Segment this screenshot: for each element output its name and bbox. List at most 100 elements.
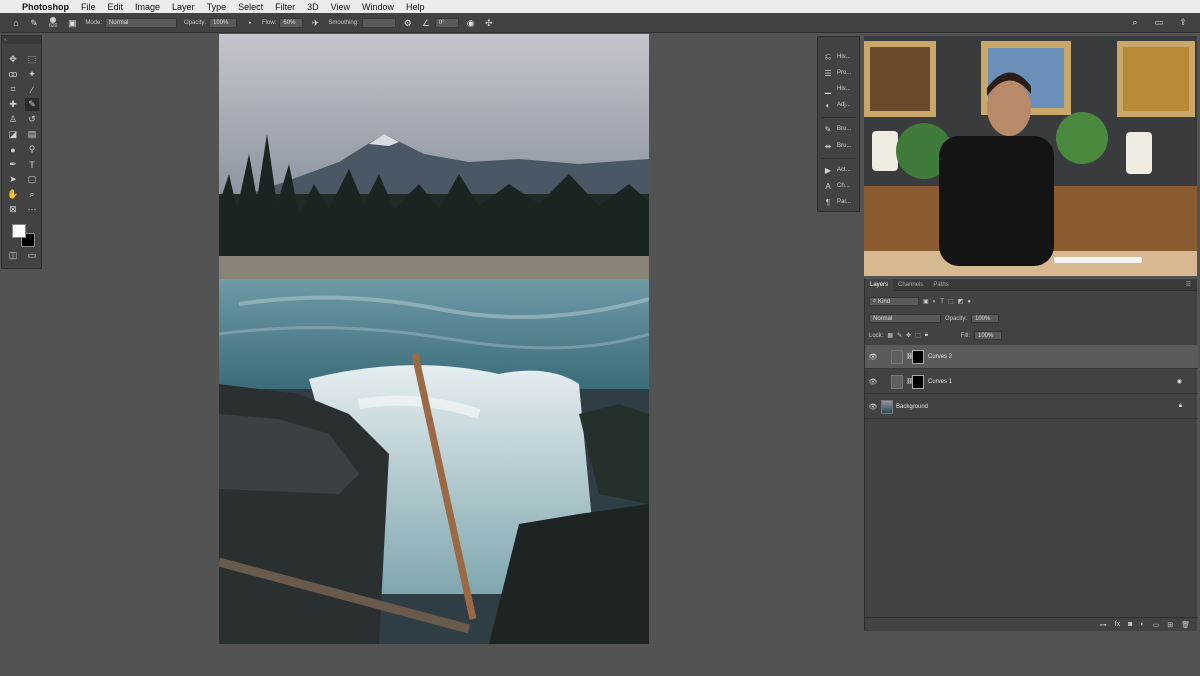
mask-icon[interactable]: ◙ xyxy=(1128,621,1132,628)
lock-all-icon[interactable]: 🔒︎ xyxy=(925,332,928,339)
angle-field[interactable]: 0° xyxy=(434,17,459,28)
group-icon[interactable]: ▭ xyxy=(1153,621,1160,629)
zoom-tool-icon[interactable]: ⌕ xyxy=(25,188,39,201)
visibility-eye-icon[interactable]: 👁︎ xyxy=(865,403,881,411)
path-selection-icon[interactable]: ➤ xyxy=(6,173,20,186)
menu-image[interactable]: Image xyxy=(135,2,160,12)
workspace-icon[interactable]: ▭ xyxy=(1153,16,1165,28)
menu-window[interactable]: Window xyxy=(362,2,394,12)
adjustment-layer-icon[interactable]: ◐ xyxy=(1140,621,1144,628)
fill-field[interactable]: 100% xyxy=(974,331,1002,340)
quick-mask-icon[interactable]: ◫ xyxy=(6,249,20,262)
pressure-opacity-icon[interactable]: ◔ xyxy=(243,17,255,29)
adjustment-filter-icon[interactable]: ◐ xyxy=(933,299,937,305)
layer-name[interactable]: Curves 2 xyxy=(928,354,952,360)
dodge-tool-icon[interactable]: ⚲ xyxy=(25,143,39,156)
lock-artboard-icon[interactable]: ⬚ xyxy=(915,332,921,339)
pressure-size-icon[interactable]: ◉ xyxy=(465,17,477,29)
smoothing-field[interactable] xyxy=(361,17,396,28)
brush-preset-picker[interactable]: 620 xyxy=(49,16,57,29)
new-layer-icon[interactable]: ⊞ xyxy=(1167,621,1173,629)
pixel-filter-icon[interactable]: ▣ xyxy=(923,298,929,305)
gradient-tool-icon[interactable]: ▤ xyxy=(25,128,39,141)
layer-mask-thumbnail[interactable] xyxy=(912,349,924,364)
crop-tool-icon[interactable]: ⌗ xyxy=(6,83,20,96)
panel-menu-icon[interactable]: ☰ xyxy=(1186,281,1197,288)
panel-character[interactable]: A Ch... xyxy=(823,180,849,192)
menu-file[interactable]: File xyxy=(81,2,96,12)
tab-paths[interactable]: Paths xyxy=(928,279,953,291)
lasso-tool-icon[interactable]: ꝏ xyxy=(6,68,20,81)
more-tools-icon[interactable]: ⋯ xyxy=(25,203,39,216)
move-tool-icon[interactable]: ✥ xyxy=(6,53,20,66)
eraser-tool-icon[interactable]: ◪ xyxy=(6,128,20,141)
trash-icon[interactable]: 🗑︎ xyxy=(1181,621,1190,629)
smart-object-filter-icon[interactable]: ◩ xyxy=(958,298,964,305)
panel-histogram[interactable]: ▁ His... xyxy=(823,83,851,95)
document-canvas[interactable] xyxy=(219,34,649,644)
home-icon[interactable]: ⌂ xyxy=(10,17,22,29)
layer-mask-thumbnail[interactable] xyxy=(912,374,924,389)
tab-layers[interactable]: Layers xyxy=(865,278,894,291)
type-tool-icon[interactable]: T xyxy=(25,158,39,171)
lock-position-icon[interactable]: ✥ xyxy=(906,332,911,339)
filter-toggle-icon[interactable]: ● xyxy=(967,299,971,305)
menu-layer[interactable]: Layer xyxy=(172,2,195,12)
layer-row-background[interactable]: 👁︎ Background 🔒︎ xyxy=(865,395,1198,419)
gear-icon[interactable]: ⚙ xyxy=(402,17,414,29)
panel-paragraph[interactable]: ¶ Par... xyxy=(823,196,851,208)
magic-wand-icon[interactable]: ✦ xyxy=(25,68,39,81)
menu-3d[interactable]: 3D xyxy=(307,2,319,12)
airbrush-icon[interactable]: ✈ xyxy=(309,17,321,29)
opacity-field[interactable]: 100% xyxy=(209,17,238,28)
app-name-menu[interactable]: Photoshop xyxy=(22,2,69,12)
tab-channels[interactable]: Channels xyxy=(893,279,928,291)
brush-tool-icon[interactable]: ✎ xyxy=(25,98,39,111)
shape-filter-icon[interactable]: ⬚ xyxy=(948,298,954,305)
healing-brush-icon[interactable]: ✚ xyxy=(6,98,20,111)
layer-row-curves-2[interactable]: 👁︎ ⛓︎ Curves 2 xyxy=(865,345,1198,369)
layer-name[interactable]: Curves 1 xyxy=(928,379,952,385)
visibility-eye-icon[interactable]: 👁︎ xyxy=(865,353,881,361)
panel-properties[interactable]: ☰ Pro... xyxy=(823,67,851,79)
foreground-color-swatch[interactable] xyxy=(12,224,26,238)
hand-tool-icon[interactable]: ✋ xyxy=(6,188,20,201)
visibility-eye-icon[interactable]: 👁︎ xyxy=(865,378,881,386)
history-brush-icon[interactable]: ↺ xyxy=(25,113,39,126)
flow-field[interactable]: 60% xyxy=(279,17,304,28)
menu-help[interactable]: Help xyxy=(406,2,425,12)
mode-select[interactable]: Normal xyxy=(105,17,178,28)
menu-select[interactable]: Select xyxy=(238,2,263,12)
filter-kind-select[interactable]: ⌕ Kind xyxy=(869,297,919,306)
search-icon[interactable]: ⌕ xyxy=(1129,16,1141,28)
blur-tool-icon[interactable]: ● xyxy=(6,143,20,156)
menu-edit[interactable]: Edit xyxy=(108,2,124,12)
pen-tool-icon[interactable]: ✒ xyxy=(6,158,20,171)
panel-brush-settings[interactable]: ⇹ Bru... xyxy=(823,140,852,152)
lock-pixels-icon[interactable]: ✎ xyxy=(897,332,902,339)
layer-opacity-field[interactable]: 100% xyxy=(971,314,1000,323)
menu-view[interactable]: View xyxy=(331,2,350,12)
fx-icon[interactable]: fx xyxy=(1115,621,1120,628)
eyedropper-tool-icon[interactable]: ⁄ xyxy=(25,83,39,96)
marquee-tool-icon[interactable]: ⬚ xyxy=(25,53,39,66)
screen-mode-icon[interactable]: ▭ xyxy=(25,249,39,262)
menu-filter[interactable]: Filter xyxy=(275,2,295,12)
lock-transparent-icon[interactable]: ▦ xyxy=(887,332,893,339)
toolbox-header[interactable]: « xyxy=(2,36,41,44)
menu-type[interactable]: Type xyxy=(207,2,227,12)
symmetry-icon[interactable]: ✣ xyxy=(483,17,495,29)
shape-tool-icon[interactable]: ▢ xyxy=(25,173,39,186)
layer-name[interactable]: Background xyxy=(896,404,928,410)
link-icon[interactable]: ⊶ xyxy=(1100,621,1107,629)
layer-row-curves-1[interactable]: 👁︎ ⛓︎ Curves 1 ◉ xyxy=(865,370,1198,394)
panel-history[interactable]: ⎌ His... xyxy=(823,51,851,63)
panel-brushes[interactable]: ✎ Bru... xyxy=(823,123,852,135)
stamp-tool-icon[interactable]: ♙ xyxy=(6,113,20,126)
blend-mode-select[interactable]: Normal xyxy=(869,314,941,323)
brush-tool-icon[interactable]: ✎ xyxy=(28,17,40,29)
edit-toolbar-icon[interactable]: ⊠ xyxy=(6,203,20,216)
panel-actions[interactable]: ▶ Act... xyxy=(823,164,851,176)
brush-settings-icon[interactable]: ▣ xyxy=(66,17,78,29)
type-filter-icon[interactable]: T xyxy=(940,299,944,305)
